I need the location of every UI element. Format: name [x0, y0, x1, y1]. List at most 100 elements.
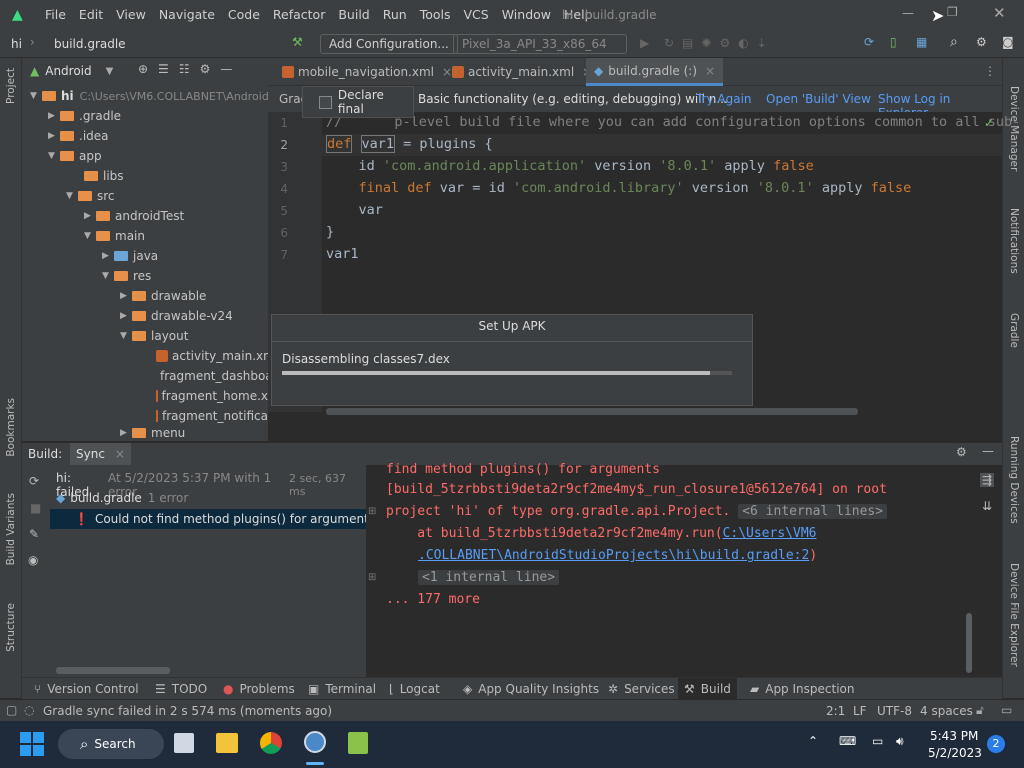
- memory-indicator-icon[interactable]: ▭: [1001, 703, 1012, 717]
- running-devices-tool-tab[interactable]: Running Devices: [1008, 436, 1020, 524]
- build-file-row[interactable]: ◆ build.gradle 1 error: [56, 491, 188, 505]
- tree-item-idea[interactable]: ▶ .idea: [48, 126, 109, 146]
- tree-item-main[interactable]: ▼ main: [84, 226, 145, 246]
- tree-item-libs[interactable]: libs: [84, 166, 124, 186]
- gradle-tool-tab[interactable]: Gradle: [1008, 313, 1020, 348]
- tree-item-src[interactable]: ▼ src: [66, 186, 115, 206]
- menu-run[interactable]: Run: [383, 7, 407, 22]
- tab-activity-main[interactable]: activity_main.xml×: [444, 58, 600, 86]
- panel-settings-icon[interactable]: ⚙: [956, 445, 967, 459]
- tree-item-res[interactable]: ▼ res: [102, 266, 151, 286]
- indent-setting[interactable]: 4 spaces: [920, 704, 973, 718]
- menu-code[interactable]: Code: [228, 7, 260, 22]
- search-icon[interactable]: ⌕: [950, 34, 958, 50]
- tool-build[interactable]: ⚒ Build: [678, 678, 737, 700]
- tool-todo[interactable]: ☰ TODO: [155, 678, 207, 700]
- chrome-icon[interactable]: [260, 732, 282, 754]
- tree-item-gradle[interactable]: ▶ .gradle: [48, 106, 121, 126]
- close-window-icon[interactable]: ✕: [993, 4, 1006, 22]
- menu-file[interactable]: File: [45, 7, 66, 22]
- horizontal-scrollbar[interactable]: [326, 408, 858, 415]
- sync-gradle-icon[interactable]: ⟳: [864, 35, 874, 49]
- keyboard-icon[interactable]: ⌨: [839, 734, 856, 748]
- more-tabs-icon[interactable]: ⋮: [984, 64, 996, 78]
- lock-icon[interactable]: 🔓︎: [976, 703, 984, 718]
- windows-start-icon[interactable]: [20, 732, 44, 756]
- menu-view[interactable]: View: [116, 7, 146, 22]
- try-again-link[interactable]: Try Again: [696, 92, 752, 106]
- structure-tool-tab[interactable]: Structure: [5, 603, 17, 652]
- bookmarks-tool-tab[interactable]: Bookmarks: [5, 398, 17, 457]
- open-build-view-link[interactable]: Open 'Build' View: [766, 92, 871, 106]
- close-tab-icon[interactable]: ×: [115, 447, 125, 461]
- account-icon[interactable]: ◙: [1002, 35, 1014, 49]
- tab-sync[interactable]: Sync ×: [70, 443, 131, 465]
- taskbar-search[interactable]: ⌕ Search: [58, 729, 164, 759]
- restore-icon[interactable]: ❐: [947, 5, 958, 19]
- pin-icon[interactable]: ✎: [29, 527, 39, 541]
- network-icon[interactable]: ▭: [872, 734, 883, 748]
- scroll-to-end-icon[interactable]: ⇊: [982, 499, 992, 513]
- hide-panel-icon[interactable]: —: [982, 444, 994, 458]
- close-tab-icon[interactable]: ×: [705, 64, 715, 78]
- soft-wrap-icon[interactable]: ⇶: [980, 473, 995, 487]
- menu-build[interactable]: Build: [338, 7, 369, 22]
- sdk-manager-icon[interactable]: ▦: [916, 35, 927, 49]
- tree-item-drawable-v24[interactable]: ▶ drawable-v24: [120, 306, 233, 326]
- tab-build-gradle[interactable]: ◆ build.gradle (:) ×: [586, 58, 724, 86]
- status-message[interactable]: Gradle sync failed in 2 s 574 ms (moment…: [43, 704, 332, 718]
- rerun-icon[interactable]: ⟳: [29, 474, 39, 488]
- declare-final-checkbox[interactable]: [319, 95, 332, 109]
- run-icon[interactable]: ▶: [640, 36, 649, 50]
- device-selector[interactable]: Pixel_3a_API_33_x86_64: [453, 34, 627, 54]
- menu-refactor[interactable]: Refactor: [273, 7, 325, 22]
- tree-item-drawable[interactable]: ▶ drawable: [120, 286, 206, 306]
- build-error-row[interactable]: ❗ Could not find method plugins() for ar…: [50, 509, 366, 529]
- build-variants-tool-tab[interactable]: Build Variants: [5, 493, 17, 565]
- volume-icon[interactable]: 🔊︎: [896, 734, 904, 749]
- clock-time[interactable]: 5:43 PM: [930, 729, 978, 743]
- menu-window[interactable]: Window: [502, 7, 551, 22]
- tree-item-fragment-dashboard[interactable]: fragment_dashboard: [156, 366, 268, 386]
- tree-item-androidtest[interactable]: ▶ androidTest: [84, 206, 184, 226]
- tool-version-control[interactable]: ⑂ Version Control: [34, 678, 139, 700]
- project-tool-tab[interactable]: Project: [5, 68, 17, 104]
- notifications-tool-tab[interactable]: Notifications: [1008, 208, 1020, 274]
- device-manager-icon[interactable]: ▯: [890, 35, 897, 49]
- minimize-icon[interactable]: —: [902, 6, 914, 20]
- fold-internal-line[interactable]: <1 internal line>: [418, 570, 560, 585]
- device-file-explorer-tool-tab[interactable]: Device File Explorer: [1008, 563, 1020, 667]
- android-studio-taskbar-icon[interactable]: [304, 731, 326, 753]
- hammer-icon[interactable]: ⚒: [292, 35, 303, 49]
- tree-item-fragment-home[interactable]: fragment_home.x: [156, 386, 268, 406]
- tool-app-inspection[interactable]: ▰ App Inspection: [750, 678, 854, 700]
- file-encoding[interactable]: UTF-8: [877, 704, 912, 718]
- notepad-plus-icon[interactable]: [348, 732, 368, 754]
- clock-date[interactable]: 5/2/2023: [928, 746, 982, 760]
- source-link[interactable]: C:\Users\VM6: [723, 526, 817, 541]
- menu-edit[interactable]: Edit: [79, 7, 103, 22]
- tree-item-activity-main[interactable]: activity_main.xml: [156, 346, 278, 366]
- tree-item-root[interactable]: ▼ hi C:\Users\VM6.COLLABNET\AndroidStudio: [30, 86, 304, 106]
- tree-item-menu[interactable]: ▶ menu: [120, 426, 185, 440]
- add-configuration-button[interactable]: Add Configuration...: [320, 34, 458, 54]
- fold-toggle-icon[interactable]: ⊞: [368, 572, 376, 583]
- tool-services[interactable]: ✲ Services: [608, 678, 675, 700]
- status-panel-icon[interactable]: ▢: [6, 703, 17, 717]
- tool-terminal[interactable]: ▣ Terminal: [308, 678, 376, 700]
- task-view-icon[interactable]: [174, 733, 194, 753]
- menu-tools[interactable]: Tools: [420, 7, 451, 22]
- tool-logcat[interactable]: ⌊ Logcat: [389, 678, 440, 700]
- build-tree-scrollbar[interactable]: [56, 667, 170, 674]
- menu-vcs[interactable]: VCS: [464, 7, 489, 22]
- tree-item-fragment-notifications[interactable]: fragment_notifica: [156, 406, 268, 426]
- caret-position[interactable]: 2:1: [826, 704, 845, 718]
- console-scrollbar[interactable]: [966, 613, 972, 673]
- tab-mobile-navigation[interactable]: mobile_navigation.xml ×: [274, 58, 460, 86]
- line-separator[interactable]: LF: [853, 704, 867, 718]
- tool-problems[interactable]: ● Problems: [223, 678, 295, 700]
- notification-badge[interactable]: 2: [987, 735, 1005, 753]
- show-hidden-icons-icon[interactable]: ⌃: [808, 734, 818, 748]
- source-link[interactable]: .COLLABNET\AndroidStudioProjects\hi\buil…: [418, 548, 809, 563]
- tree-item-java[interactable]: ▶ java: [102, 246, 158, 266]
